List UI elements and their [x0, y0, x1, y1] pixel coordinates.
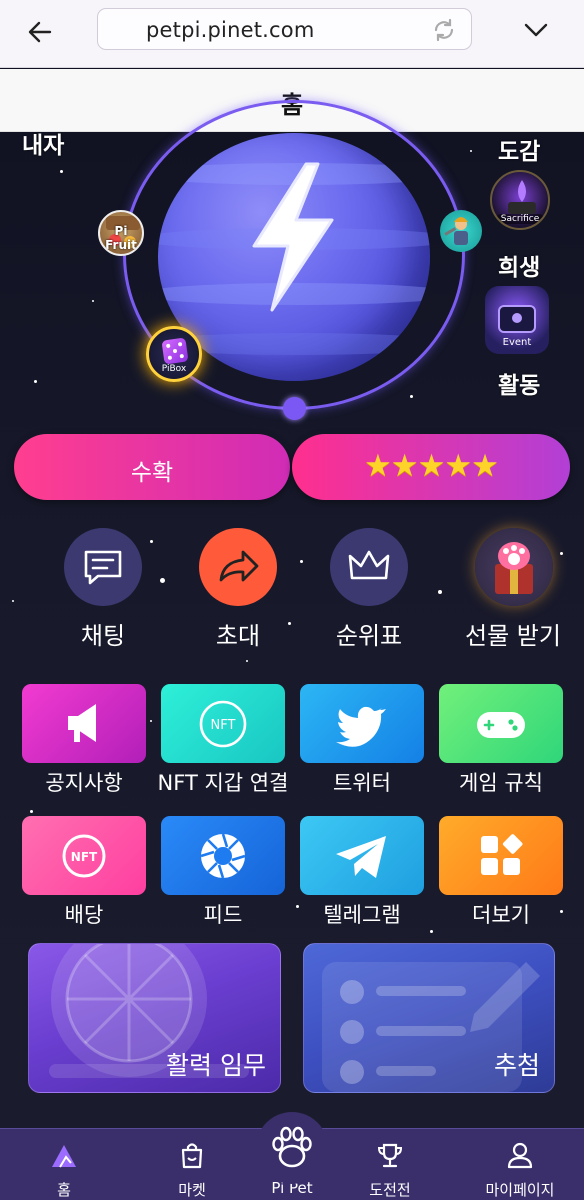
- more-label: 더보기: [472, 903, 530, 927]
- nav-my-page-label: 마이페이지: [485, 1181, 555, 1199]
- nav-challenge[interactable]: 도전전: [340, 1129, 440, 1200]
- nft-wallet-label: NFT 지갑 연결: [157, 771, 289, 795]
- dividend-label: 배당: [64, 903, 104, 927]
- browser-toolbar: petpi.pinet.com: [0, 0, 584, 68]
- gamepad-icon: [477, 712, 525, 738]
- vitality-mission-label: 활력 임무: [166, 1051, 266, 1080]
- pibox-icon[interactable]: PiBox: [146, 326, 202, 382]
- pibox-label: PiBox: [161, 364, 187, 374]
- corner-label-top-left: 내자: [22, 133, 65, 159]
- telegram-icon: [336, 836, 386, 878]
- nav-home[interactable]: 홈: [14, 1129, 114, 1200]
- gift-box-icon: [495, 542, 533, 594]
- orbit-handle[interactable]: [283, 397, 306, 420]
- user-icon: [507, 1142, 533, 1169]
- nav-market-label: 마켓: [178, 1181, 206, 1199]
- crown-icon: [348, 550, 390, 580]
- chat-button[interactable]: [64, 528, 142, 606]
- rating-button[interactable]: ★★★★★: [292, 434, 570, 500]
- aperture-icon: [200, 833, 246, 879]
- invite-label: 초대: [215, 622, 261, 650]
- trophy-icon: [377, 1143, 403, 1168]
- nav-challenge-label: 도전전: [369, 1181, 411, 1199]
- url-text: petpi.pinet.com: [146, 18, 315, 42]
- nav-home-label: 홈: [57, 1181, 71, 1199]
- gift-button[interactable]: [475, 528, 553, 606]
- lottery-label: 추첨: [493, 1051, 540, 1080]
- nft-badge-text: NFT: [71, 850, 98, 864]
- twitter-tile[interactable]: [300, 684, 424, 763]
- more-tile[interactable]: [439, 816, 563, 895]
- lightning-bolt-icon: [252, 162, 334, 312]
- feed-tile[interactable]: [161, 816, 285, 895]
- back-arrow-icon[interactable]: [24, 16, 56, 48]
- sacrifice-caption: Sacrifice: [496, 214, 544, 224]
- event-chest-icon[interactable]: Event: [485, 286, 549, 354]
- event-caption: Event: [502, 337, 532, 348]
- reload-icon[interactable]: [431, 17, 457, 43]
- nav-my-page[interactable]: 마이페이지: [470, 1129, 570, 1200]
- sacrifice-altar-icon[interactable]: Sacrifice: [490, 170, 550, 230]
- sacrifice-label[interactable]: 희생: [498, 248, 540, 282]
- invite-button[interactable]: [199, 528, 277, 606]
- nft-badge-text: NFT: [211, 718, 236, 733]
- nav-market[interactable]: 마켓: [142, 1129, 242, 1200]
- rating-stars: ★★★★★: [364, 448, 499, 484]
- lottery-card[interactable]: 추첨: [303, 943, 555, 1093]
- grid-more-icon: [481, 834, 523, 875]
- paw-icon: [272, 1126, 312, 1168]
- harvest-label: 수확: [130, 460, 174, 486]
- game-rules-label: 게임 규칙: [459, 771, 543, 795]
- megaphone-icon: [68, 704, 96, 742]
- leaderboard-button[interactable]: [330, 528, 408, 606]
- telegram-tile[interactable]: [300, 816, 424, 895]
- feed-label: 피드: [203, 903, 243, 927]
- pi-fruit-icon[interactable]: Pi Fruit: [98, 210, 144, 256]
- collection-label[interactable]: 도감: [498, 132, 540, 166]
- gift-label: 선물 받기: [465, 622, 561, 650]
- share-arrow-icon: [219, 550, 259, 582]
- pi-fruit-label: Pi Fruit: [105, 224, 137, 252]
- worker-icon[interactable]: [440, 210, 482, 252]
- notice-tile[interactable]: [22, 684, 146, 763]
- nft-coin-icon: NFT: [62, 834, 106, 878]
- app-root: petpi.pinet.com 홈 내자 도감 희생 활동 Pi Fruit P…: [0, 0, 584, 1200]
- chat-label: 채팅: [80, 622, 126, 650]
- activity-label[interactable]: 활동: [498, 366, 540, 400]
- harvest-button[interactable]: 수확: [14, 434, 290, 500]
- nft-wallet-tile[interactable]: NFT: [161, 684, 285, 763]
- telegram-label: 텔레그램: [323, 903, 401, 927]
- chat-icon: [84, 550, 122, 585]
- home-icon: [52, 1145, 76, 1168]
- twitter-icon: [336, 706, 386, 747]
- address-bar[interactable]: petpi.pinet.com: [97, 8, 472, 50]
- shopping-bag-icon: [181, 1143, 203, 1169]
- vitality-mission-card[interactable]: 활력 임무: [28, 943, 281, 1093]
- chevron-down-icon[interactable]: [520, 14, 552, 46]
- notice-label: 공지사항: [45, 771, 123, 795]
- leaderboard-label: 순위표: [335, 622, 403, 650]
- nft-icon: NFT: [199, 700, 247, 748]
- pi-pet-bubble[interactable]: [256, 1112, 328, 1184]
- twitter-label: 트위터: [333, 771, 391, 795]
- dividend-tile[interactable]: NFT: [22, 816, 146, 895]
- game-rules-tile[interactable]: [439, 684, 563, 763]
